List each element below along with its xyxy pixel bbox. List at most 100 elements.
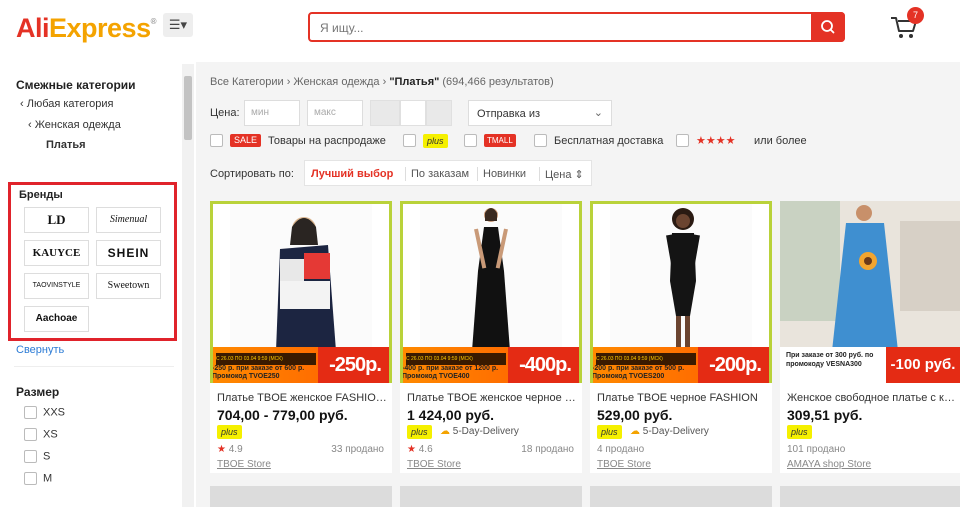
brand-logo-taovinstyle[interactable]: TAOVINSTYLE xyxy=(24,273,89,299)
chevron-left-icon: ‹ xyxy=(20,98,27,110)
chevron-down-icon: ⌄ xyxy=(593,107,603,119)
hamburger-dropdown-icon: ☰▾ xyxy=(168,17,188,32)
checkbox[interactable] xyxy=(24,428,37,441)
product-card-partial[interactable] xyxy=(400,486,582,507)
product-title[interactable]: Платье TBOE женское FASHION т... xyxy=(217,392,387,404)
search-button[interactable] xyxy=(811,12,845,42)
brands-title: Бренды xyxy=(19,189,63,201)
scrollbar-thumb[interactable] xyxy=(184,76,192,140)
collapse-brands-link[interactable]: Свернуть xyxy=(16,344,64,356)
aliexpress-logo[interactable]: AliExpress® xyxy=(16,13,157,44)
sidebar-link-any-category[interactable]: ‹ Любая категория xyxy=(20,98,113,110)
star-icon: ★ xyxy=(407,444,416,455)
tmall-checkbox[interactable] xyxy=(464,134,477,147)
categories-menu-button[interactable]: ☰▾ xyxy=(163,13,193,37)
product-title[interactable]: Платье TBOE черное FASHION xyxy=(597,392,767,404)
ship-from-select[interactable]: Отправка из ⌄ xyxy=(468,100,612,126)
product-card[interactable]: С 26.03 ПО 03.04 9:59 (МСК) -400 р. при … xyxy=(400,201,582,473)
store-link[interactable]: TBOE Store xyxy=(597,459,651,470)
sale-label[interactable]: Товары на распродаже xyxy=(268,135,386,147)
plus-badge: plus xyxy=(423,134,448,148)
checkbox[interactable] xyxy=(24,450,37,463)
brand-logo-aachoae[interactable]: Aachoae xyxy=(24,306,89,332)
checkbox[interactable] xyxy=(24,406,37,419)
star-icon: ★ xyxy=(217,444,226,455)
breadcrumb-query: "Платья" xyxy=(389,76,440,88)
free-shipping-label[interactable]: Бесплатная доставка xyxy=(554,135,663,147)
product-rating: ★ 4.6 xyxy=(407,444,433,455)
store-link[interactable]: TBOE Store xyxy=(407,459,461,470)
result-count: (694,466 результатов) xyxy=(442,76,554,88)
brand-logo-kauyce[interactable]: KAUYCE xyxy=(24,240,89,266)
sort-newest[interactable]: Новинки xyxy=(483,168,526,180)
product-price: 704,00 - 779,00 руб. xyxy=(217,407,348,423)
size-option-s[interactable]: S xyxy=(24,450,50,463)
sort-best-match[interactable]: Лучший выбор xyxy=(311,168,393,180)
plus-checkbox[interactable] xyxy=(403,134,416,147)
product-image[interactable]: При заказе от 300 руб. по промокоду VESN… xyxy=(780,201,960,383)
brand-logo-sweetown[interactable]: Sweetown xyxy=(96,273,161,299)
product-rating: 4 продано xyxy=(597,444,645,455)
filter-sidebar: Смежные категории ‹ Любая категория ‹ Же… xyxy=(0,62,180,507)
product-card[interactable]: С 26.03 ПО 03.04 9:59 (МСК) -250 р. при … xyxy=(210,201,392,473)
brand-logo-ld[interactable]: LD xyxy=(24,207,89,233)
store-link[interactable]: AMAYA shop Store xyxy=(787,459,871,470)
sidebar-link-womens-clothing[interactable]: ‹ Женская одежда xyxy=(28,119,121,131)
chevron-left-icon: ‹ xyxy=(28,119,35,131)
brand-logo-simenual[interactable]: Simenual xyxy=(96,207,161,233)
store-link[interactable]: TBOE Store xyxy=(217,459,271,470)
size-option-xxs[interactable]: XXS xyxy=(24,406,65,419)
product-card-partial[interactable] xyxy=(590,486,772,507)
price-label: Цена: xyxy=(210,107,240,119)
sort-bar: Лучший выбор По заказам Новинки Цена ⇕ xyxy=(304,160,592,186)
brand-logo-shein[interactable]: SHEIN xyxy=(96,240,161,266)
product-image[interactable]: С 26.03 ПО 03.04 9:59 (МСК) -400 р. при … xyxy=(400,201,582,383)
sale-checkbox[interactable] xyxy=(210,134,223,147)
product-price: 309,51 руб. xyxy=(787,407,863,423)
price-max-input[interactable]: макс xyxy=(307,100,363,126)
breadcrumb: Все Категории › Женская одежда › "Платья… xyxy=(210,76,554,88)
sort-label: Сортировать по: xyxy=(210,168,294,180)
product-card[interactable]: С 26.03 ПО 03.04 9:59 (МСК) -200 р. при … xyxy=(590,201,772,473)
price-min-input[interactable]: мин xyxy=(244,100,300,126)
breadcrumb-womens-clothing[interactable]: Женская одежда xyxy=(293,76,379,88)
checkbox[interactable] xyxy=(24,472,37,485)
free-shipping-checkbox[interactable] xyxy=(534,134,547,147)
rating-checkbox[interactable] xyxy=(676,134,689,147)
or-more-label[interactable]: или более xyxy=(754,135,807,147)
sort-by-price[interactable]: Цена ⇕ xyxy=(545,168,584,181)
four-stars-icon: ★★★★ xyxy=(696,135,736,147)
header: AliExpress® ☰▾ 7 xyxy=(0,0,960,58)
main-content: Все Категории › Женская одежда › "Платья… xyxy=(196,62,960,507)
product-rating: ★ 4.9 xyxy=(217,444,243,455)
plus-badge: plus xyxy=(787,425,812,439)
product-title[interactable]: Платье TBOE женское черное FA... xyxy=(407,392,577,404)
search-input[interactable] xyxy=(320,19,800,37)
search-bar xyxy=(308,12,845,42)
plus-badge: plus xyxy=(597,425,622,439)
sold-count: 18 продано xyxy=(521,444,574,455)
delivery-icon: ☁ xyxy=(630,426,640,437)
sidebar-link-dresses: Платья xyxy=(46,139,86,151)
size-option-m[interactable]: M xyxy=(24,472,52,485)
size-option-xs[interactable]: XS xyxy=(24,428,58,441)
sold-count: 33 продано xyxy=(331,444,384,455)
plus-badge: plus xyxy=(217,425,242,439)
product-card[interactable]: При заказе от 300 руб. по промокоду VESN… xyxy=(780,201,960,473)
related-categories-title: Смежные категории xyxy=(16,78,136,92)
tmall-badge: TMALL xyxy=(484,134,516,147)
product-image[interactable]: С 26.03 ПО 03.04 9:59 (МСК) -250 р. при … xyxy=(210,201,392,383)
product-image[interactable]: С 26.03 ПО 03.04 9:59 (МСК) -200 р. при … xyxy=(590,201,772,383)
size-title: Размер xyxy=(16,385,60,399)
promo-banner: При заказе от 300 руб. по промокоду VESN… xyxy=(780,347,960,383)
sort-by-orders[interactable]: По заказам xyxy=(411,168,469,180)
brands-section: Бренды LD Simenual KAUYCE SHEIN TAOVINST… xyxy=(8,182,177,341)
cart-count-badge: 7 xyxy=(907,7,924,24)
plus-badge: plus xyxy=(407,425,432,439)
breadcrumb-all-categories[interactable]: Все Категории xyxy=(210,76,284,88)
product-card-partial[interactable] xyxy=(780,486,960,507)
product-title[interactable]: Женское свободное платье с кор... xyxy=(787,392,957,404)
product-price: 1 424,00 руб. xyxy=(407,407,495,423)
product-card-partial[interactable] xyxy=(210,486,392,507)
search-icon xyxy=(821,20,835,34)
